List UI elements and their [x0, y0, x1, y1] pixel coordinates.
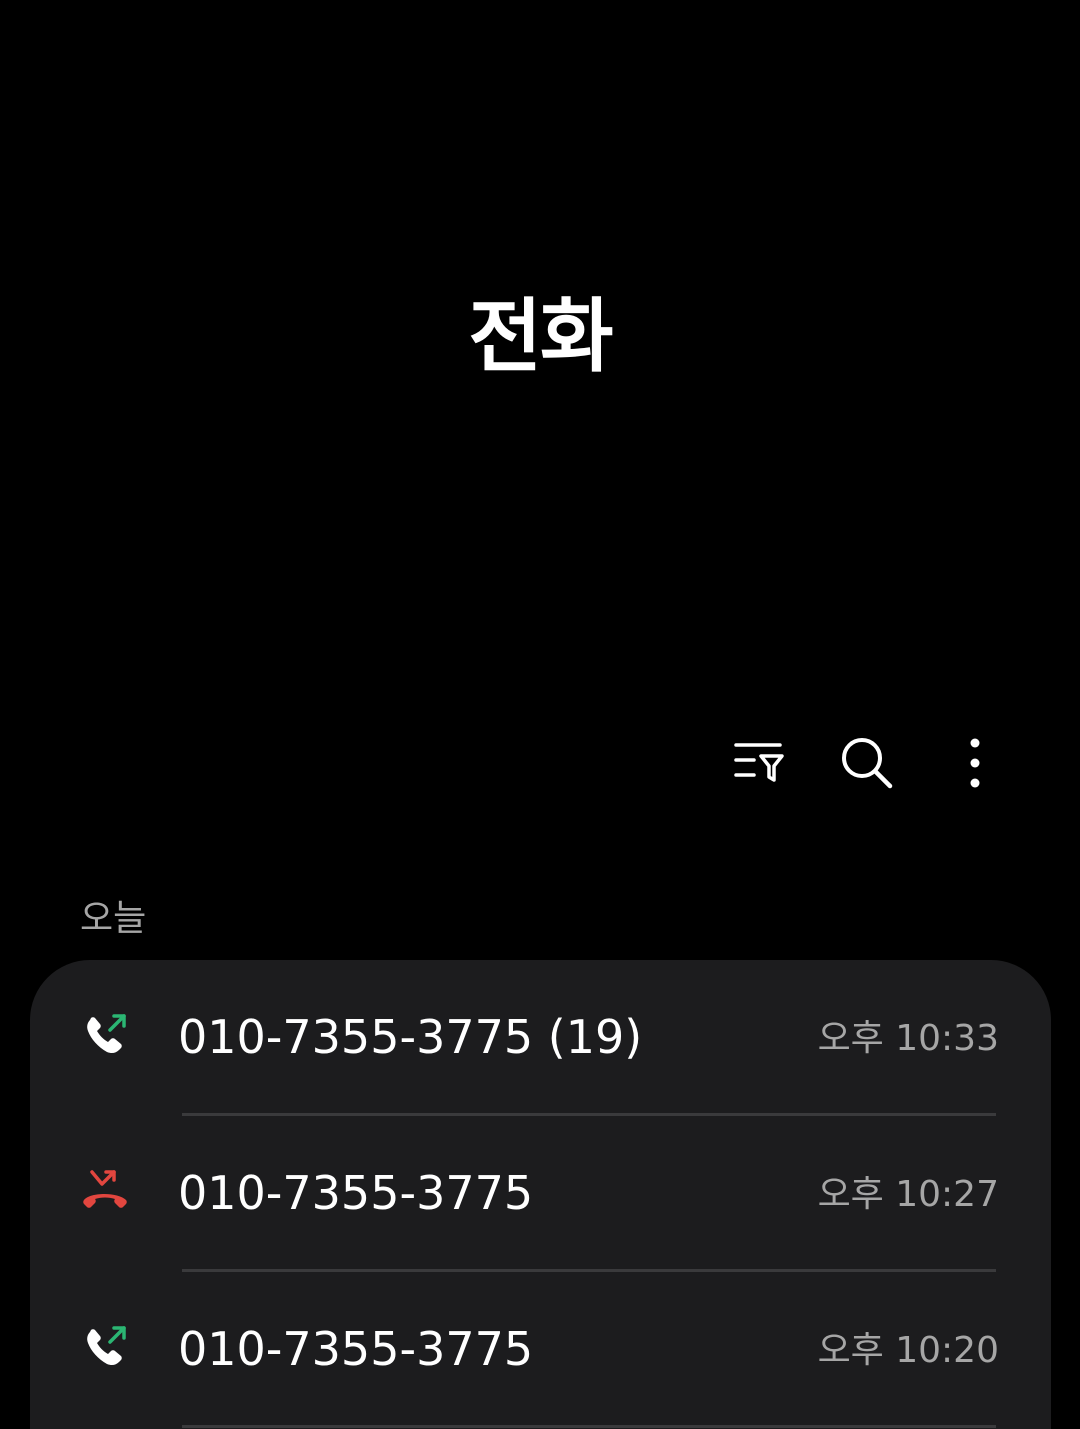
call-time: 오후 10:27 — [817, 1174, 999, 1215]
phone-app-screen: 전화 오늘 010-7355-3775 (19) 오후 10:33 010-73… — [0, 0, 1080, 1429]
call-log-list: 010-7355-3775 (19) 오후 10:33 010-7355-377… — [30, 960, 1051, 1429]
call-number: 010-7355-3775 — [178, 1322, 534, 1376]
page-title: 전화 — [468, 290, 613, 383]
filter-button[interactable] — [724, 730, 794, 800]
search-icon — [840, 736, 894, 794]
call-number: 010-7355-3775 (19) — [178, 1010, 643, 1064]
more-options-button[interactable] — [940, 730, 1010, 800]
section-label-today: 오늘 — [80, 898, 147, 939]
search-button[interactable] — [832, 730, 902, 800]
call-time: 오후 10:20 — [817, 1330, 999, 1371]
row-divider — [182, 1425, 996, 1428]
call-log-item[interactable]: 010-7355-3775 (19) 오후 10:33 — [30, 960, 1051, 1116]
missed-call-icon — [80, 1166, 130, 1216]
outgoing-call-icon — [80, 1010, 130, 1060]
call-log-item[interactable]: 010-7355-3775 오후 10:27 — [30, 1116, 1051, 1272]
more-vertical-icon — [969, 738, 981, 792]
call-time: 오후 10:33 — [817, 1018, 999, 1059]
toolbar — [686, 730, 1010, 800]
outgoing-call-icon — [80, 1322, 130, 1372]
filter-list-icon — [734, 740, 784, 790]
call-log-item[interactable]: 010-7355-3775 오후 10:20 — [30, 1272, 1051, 1428]
call-number: 010-7355-3775 — [178, 1166, 534, 1220]
